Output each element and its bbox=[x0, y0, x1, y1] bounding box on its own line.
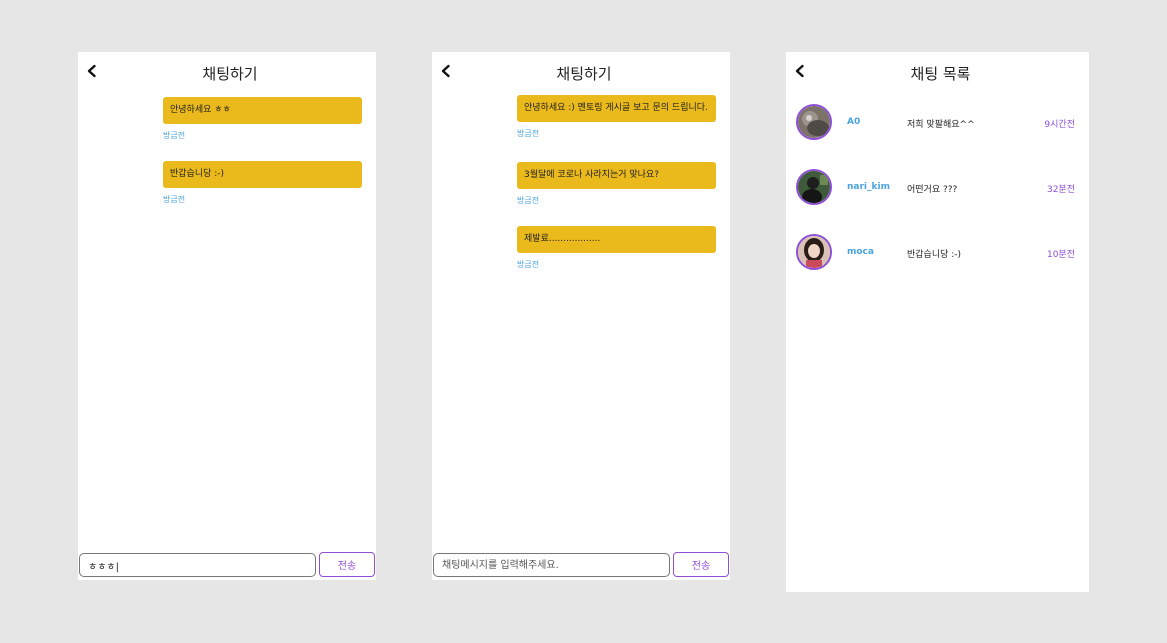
message-item: 3월달에 코로나 사라지는거 맞나요? 방금전 bbox=[517, 162, 716, 206]
send-button[interactable]: 전송 bbox=[673, 552, 729, 577]
avatar-image bbox=[798, 171, 830, 203]
message-bubble: 반갑습니당 :-) bbox=[163, 161, 362, 188]
user-avatar bbox=[796, 234, 832, 270]
room-time: 9시간전 bbox=[1044, 120, 1075, 130]
room-user-name: moca bbox=[847, 247, 874, 257]
chat-room-item[interactable]: nari_kim 어떤거요 ??? 32분전 bbox=[796, 169, 1079, 211]
message-bubble: 안녕하세요 :) 멘토링 게시글 보고 문의 드립니다. bbox=[517, 95, 716, 122]
message-item: 안녕하세요 ㅎㅎ 방금전 bbox=[163, 97, 362, 141]
message-item: 안녕하세요 :) 멘토링 게시글 보고 문의 드립니다. 방금전 bbox=[517, 95, 716, 139]
room-user-name: nari_kim bbox=[847, 182, 890, 192]
message-time: 방금전 bbox=[517, 196, 540, 205]
message-item: 제발료.................. 방금전 bbox=[517, 226, 716, 270]
message-item: 반갑습니당 :-) 방금전 bbox=[163, 161, 362, 205]
chat-screen-1: 채팅하기 안녕하세요 ㅎㅎ 방금전 반갑습니당 :-) 방금전 전송 bbox=[78, 52, 376, 580]
chat-header: 채팅하기 bbox=[432, 52, 730, 92]
message-bubble: 제발료.................. bbox=[517, 226, 716, 253]
message-composer: 전송 bbox=[432, 552, 730, 580]
message-time: 방금전 bbox=[517, 260, 540, 269]
message-bubble: 3월달에 코로나 사라지는거 맞나요? bbox=[517, 162, 716, 189]
chat-room-item[interactable]: A0 저희 맞팔해요^^ 9시간전 bbox=[796, 104, 1079, 146]
room-user-name: A0 bbox=[847, 117, 861, 127]
message-time: 방금전 bbox=[517, 129, 540, 138]
message-bubble: 안녕하세요 ㅎㅎ bbox=[163, 97, 362, 124]
avatar-image bbox=[798, 236, 830, 268]
chat-header: 채팅하기 bbox=[78, 52, 376, 92]
chat-screen-2: 채팅하기 안녕하세요 :) 멘토링 게시글 보고 문의 드립니다. 방금전 3월… bbox=[432, 52, 730, 580]
room-time: 32분전 bbox=[1046, 185, 1075, 195]
message-time: 방금전 bbox=[163, 131, 186, 140]
room-last-message: 어떤거요 ??? bbox=[907, 185, 958, 195]
user-avatar bbox=[796, 169, 832, 205]
send-button[interactable]: 전송 bbox=[319, 552, 375, 577]
chat-list-header: 채팅 목록 bbox=[786, 52, 1089, 92]
room-last-message: 반갑습니당 :-) bbox=[907, 250, 962, 260]
user-avatar bbox=[796, 104, 832, 140]
page-title: 채팅하기 bbox=[202, 65, 258, 83]
room-last-message: 저희 맞팔해요^^ bbox=[907, 120, 975, 130]
message-time: 방금전 bbox=[163, 195, 186, 204]
chat-message-input[interactable] bbox=[433, 553, 670, 577]
page-title: 채팅 목록 bbox=[910, 65, 971, 83]
room-time: 10분전 bbox=[1046, 250, 1075, 260]
avatar-image bbox=[798, 106, 830, 138]
chat-list-screen: 채팅 목록 A0 저희 맞팔해요^^ 9시간전 nari_kim 어떤거요 ??… bbox=[786, 52, 1089, 592]
page-title: 채팅하기 bbox=[556, 65, 612, 83]
message-composer: 전송 bbox=[78, 552, 376, 580]
chat-message-input[interactable] bbox=[79, 553, 316, 577]
chat-room-item[interactable]: moca 반갑습니당 :-) 10분전 bbox=[796, 234, 1079, 276]
